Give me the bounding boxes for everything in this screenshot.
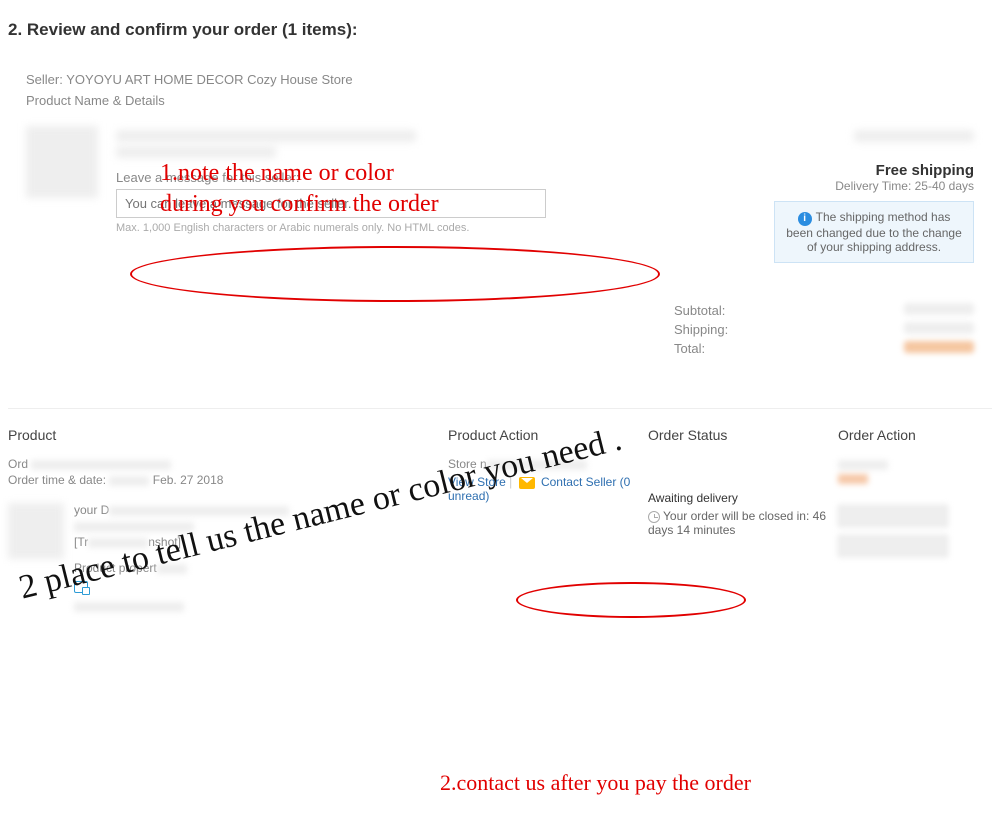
order-time-label: Order time & date: [8, 473, 106, 487]
cell-product: Ord Order time & date: Feb. 27 2018 your… [8, 457, 448, 615]
item-right-col: Free shipping Delivery Time: 25-40 days … [774, 126, 974, 263]
item-middle: Leave a message for this seller: Max. 1,… [116, 126, 756, 263]
seller-name: YOYOYU ART HOME DECOR Cozy House Store [66, 72, 352, 87]
blurred-line [854, 130, 974, 142]
cell-order-status: Awaiting delivery Your order will be clo… [648, 457, 838, 537]
blurred-value [904, 322, 974, 334]
snapshot-icon[interactable] [74, 581, 88, 593]
clock-icon [648, 511, 660, 523]
product-lines: your D [Tr nshot] Product propert [74, 503, 448, 615]
shipping-notice-text: The shipping method has been changed due… [786, 210, 962, 254]
blurred-line [74, 602, 184, 612]
seller-line: Seller: YOYOYU ART HOME DECOR Cozy House… [26, 72, 974, 87]
shipping-notice-box: iThe shipping method has been changed du… [774, 201, 974, 263]
free-shipping-label: Free shipping [774, 162, 974, 179]
product-detail-block: your D [Tr nshot] Product propert [8, 503, 448, 615]
blurred-line [116, 146, 276, 158]
snapshot-open: [Tr [74, 535, 88, 549]
header-product-action: Product Action [448, 427, 648, 443]
total-label: Total: [674, 341, 705, 356]
subtotal-label: Subtotal: [674, 303, 725, 318]
annotation-2: 2.contact us after you pay the order [440, 770, 751, 796]
blurred-value [904, 341, 974, 353]
header-order-action: Order Action [838, 427, 992, 443]
delivery-time: Delivery Time: 25-40 days [774, 179, 974, 193]
view-store-link[interactable]: View Store [448, 475, 506, 489]
contact-seller-text: Contact Seller [541, 475, 616, 489]
order-action-button[interactable] [838, 535, 948, 557]
product-thumbnail [26, 126, 98, 198]
awaiting-delivery-label: Awaiting delivery [648, 491, 838, 505]
detail-line: your D [74, 503, 109, 517]
snapshot-close: nshot] [148, 535, 181, 549]
order-close-prefix: Your order will be closed in: [663, 509, 813, 523]
blurred-line [31, 460, 171, 470]
order-review-box: Seller: YOYOYU ART HOME DECOR Cozy House… [8, 60, 992, 378]
seller-prefix: Seller: [26, 72, 66, 87]
delivery-time-label: Delivery Time: [835, 179, 914, 193]
section-title: 2. Review and confirm your order (1 item… [0, 0, 1000, 48]
blurred-line [838, 474, 868, 484]
blurred-line [487, 460, 587, 470]
blurred-line [109, 506, 289, 516]
blurred-line [838, 460, 888, 470]
blurred-line [88, 538, 148, 548]
table-header-row: Product Product Action Order Status Orde… [8, 427, 992, 457]
store-name-prefix: Store n [448, 457, 487, 471]
header-product: Product [8, 427, 448, 443]
cell-product-action: Store n View Store | Contact Seller (0 u… [448, 457, 648, 503]
item-row: Leave a message for this seller: Max. 1,… [26, 126, 974, 263]
leave-message-label: Leave a message for this seller: [116, 170, 756, 185]
info-icon: i [798, 212, 812, 226]
order-table: Product Product Action Order Status Orde… [8, 408, 992, 615]
order-id-prefix: Ord [8, 457, 28, 471]
cell-order-action [838, 457, 992, 565]
order-date-suffix: Feb. 27 2018 [153, 473, 224, 487]
mail-icon [519, 477, 535, 489]
product-propert-label: Product propert [74, 561, 157, 575]
order-action-button[interactable] [838, 505, 948, 527]
blurred-line [109, 476, 149, 486]
blurred-line [157, 564, 187, 574]
message-hint: Max. 1,000 English characters or Arabic … [116, 222, 756, 234]
product-name-details-label: Product Name & Details [26, 93, 974, 108]
delivery-time-value: 25-40 days [915, 179, 974, 193]
seller-message-input[interactable] [116, 189, 546, 218]
shipping-label: Shipping: [674, 322, 728, 337]
blurred-value [904, 303, 974, 315]
blurred-line [116, 130, 416, 142]
header-order-status: Order Status [648, 427, 838, 443]
product-thumbnail-small [8, 503, 64, 559]
blurred-line [74, 522, 194, 532]
table-row: Ord Order time & date: Feb. 27 2018 your… [8, 457, 992, 615]
totals-block: Subtotal: Shipping: Total: [26, 303, 974, 356]
